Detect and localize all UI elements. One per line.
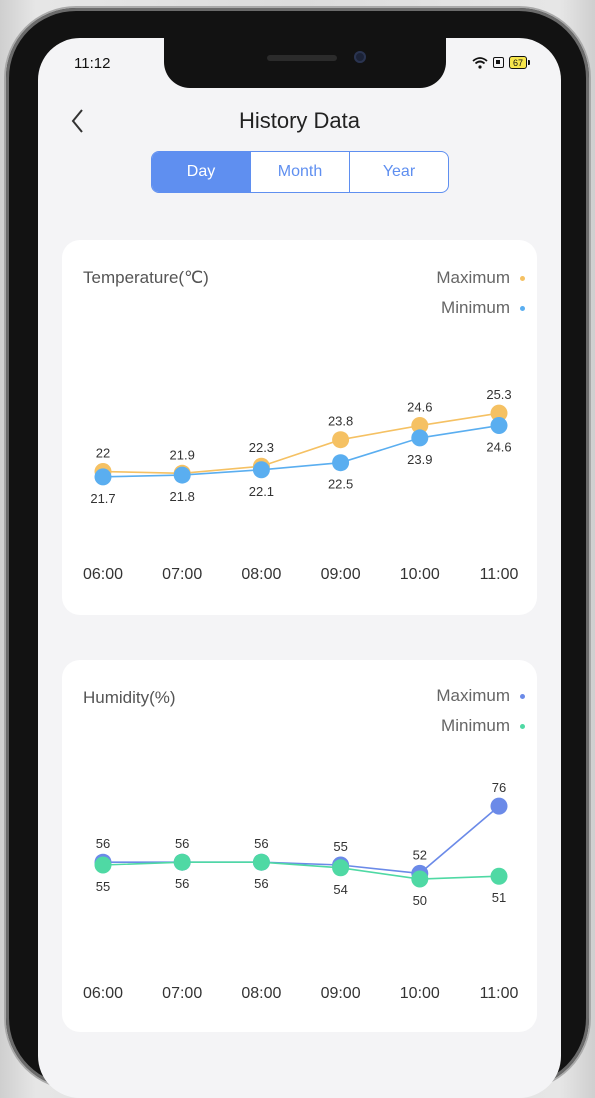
data-label-max: 56: [96, 836, 110, 851]
data-label-max: 22: [96, 446, 110, 461]
data-label-min: 56: [175, 876, 189, 891]
data-label-max: 22.3: [249, 440, 274, 455]
data-label-min: 55: [96, 879, 110, 894]
data-label-min: 21.8: [170, 489, 195, 504]
data-label-min: 24.6: [486, 440, 511, 455]
tab-day[interactable]: Day: [152, 152, 251, 192]
data-point-min: [411, 870, 429, 888]
page-title: History Data: [238, 108, 361, 133]
battery-icon: 67: [508, 56, 531, 69]
data-point-min: [94, 856, 112, 874]
app-screen: 11:12 67 History Data Day Month Year Tem…: [38, 38, 561, 1098]
x-tick-label: 08:00: [241, 985, 281, 1002]
x-tick-label: 10:00: [400, 985, 440, 1002]
data-point-max: [490, 797, 508, 815]
data-point-min: [252, 853, 270, 871]
data-point-min: [252, 461, 270, 479]
data-label-max: 21.9: [170, 447, 195, 462]
notch: [164, 38, 446, 88]
x-tick-label: 11:00: [480, 566, 519, 583]
data-point-min: [332, 859, 350, 877]
status-icons: 67: [472, 56, 531, 69]
series-line-min: [102, 861, 500, 880]
data-point-min: [490, 417, 508, 435]
data-label-max: 56: [254, 836, 268, 851]
temperature-chart: 06:00 07:00 08:00 09:00 10:00 11:00 22 21.9 22.3…: [83, 387, 519, 583]
data-point-min: [411, 429, 429, 447]
data-label-min: 54: [333, 882, 347, 897]
data-point-min: [490, 867, 508, 885]
x-tick-label: 09:00: [321, 566, 361, 583]
data-label-min: 22.1: [249, 484, 274, 499]
data-label-max: 56: [175, 836, 189, 851]
speaker: [267, 55, 337, 61]
x-tick-label: 09:00: [321, 985, 361, 1002]
x-tick-label: 11:00: [480, 985, 519, 1002]
data-label-min: 22.5: [328, 477, 353, 492]
series-line-min: [102, 424, 500, 478]
data-label-max: 23.8: [328, 414, 353, 429]
data-point-min: [173, 853, 191, 871]
sim-icon: [492, 57, 504, 68]
tab-month[interactable]: Month: [251, 152, 350, 192]
phone-frame: 11:12 67 History Data Day Month Year Tem…: [6, 8, 589, 1098]
data-point-min: [332, 454, 350, 472]
data-label-min: 23.9: [407, 452, 432, 467]
series-line-max: [102, 412, 500, 475]
data-label-max: 25.3: [486, 387, 511, 402]
humidity-card: Humidity(%) Maximum Minimum 06:00 07:00 08…: [62, 660, 537, 1032]
tab-year[interactable]: Year: [350, 152, 448, 192]
data-label-min: 50: [413, 893, 427, 908]
data-point-max: [332, 431, 350, 449]
x-tick-label: 07:00: [162, 566, 202, 583]
data-label-max: 76: [492, 780, 506, 795]
wifi-icon: [472, 56, 488, 69]
data-point-min: [94, 468, 112, 486]
data-label-min: 56: [254, 876, 268, 891]
period-tabs: Day Month Year: [151, 151, 449, 193]
data-point-min: [173, 466, 191, 484]
front-camera: [354, 51, 366, 63]
data-label-min: 51: [492, 890, 506, 905]
data-label-max: 52: [413, 847, 427, 862]
x-tick-label: 07:00: [162, 985, 202, 1002]
x-tick-label: 08:00: [241, 566, 281, 583]
x-tick-label: 06:00: [83, 566, 123, 583]
temperature-card: Temperature(℃) Maximum Minimum 06:00 07:0…: [62, 240, 537, 615]
x-tick-label: 10:00: [400, 566, 440, 583]
status-time: 11:12: [74, 55, 111, 72]
data-label-max: 24.6: [407, 400, 432, 415]
humidity-chart: 06:00 07:00 08:00 09:00 10:00 11:00 56 56 56 55 52…: [83, 780, 519, 1002]
data-label-min: 21.7: [90, 491, 115, 506]
data-label-max: 55: [333, 839, 347, 854]
x-tick-label: 06:00: [83, 985, 123, 1002]
